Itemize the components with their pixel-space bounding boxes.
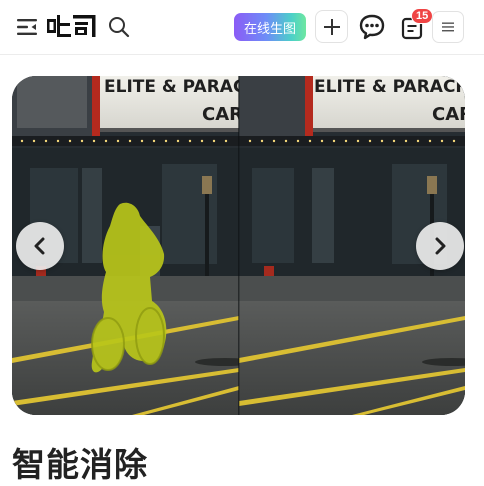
chevron-left-icon <box>34 237 45 255</box>
marquee-text: CAR <box>432 104 465 125</box>
top-header: 在线生图 15 <box>0 0 484 55</box>
marquee-text: ELITE & PARACH <box>314 77 465 97</box>
logo-mark <box>47 15 96 37</box>
carousel-prev-button[interactable] <box>16 222 64 270</box>
compare-divider <box>238 76 240 415</box>
plus-icon[interactable] <box>315 10 348 43</box>
before-after-carousel[interactable]: ELITE & PARACHU CARO ELITE & PARACH CA <box>12 76 465 415</box>
notification-badge: 15 <box>411 8 434 24</box>
site-logo[interactable] <box>46 12 98 40</box>
menu-fold-icon[interactable] <box>14 14 42 40</box>
carousel-next-button[interactable] <box>416 222 464 270</box>
online-generate-button[interactable]: 在线生图 <box>234 13 306 41</box>
search-icon[interactable] <box>106 14 132 40</box>
section-title: 智能消除 <box>12 445 148 484</box>
street-scene-image: ELITE & PARACHU CARO ELITE & PARACH CA <box>12 76 465 415</box>
chat-icon[interactable] <box>356 11 388 43</box>
chevron-right-icon <box>435 237 446 255</box>
hamburger-icon[interactable] <box>432 11 464 43</box>
